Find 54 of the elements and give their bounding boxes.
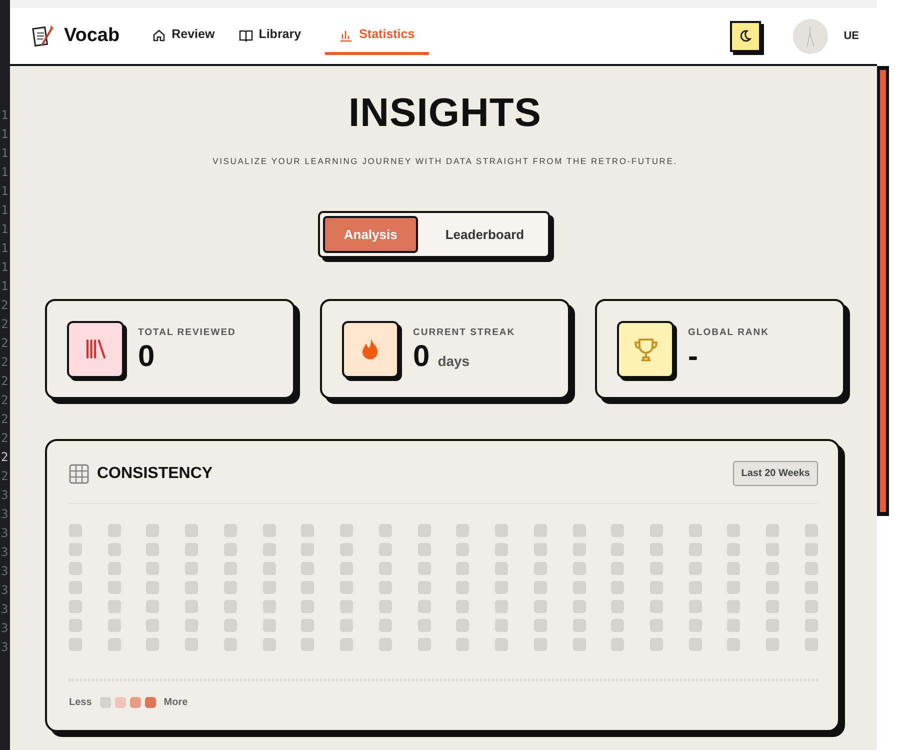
line-number: 2 — [1, 335, 10, 352]
stat-label: TOTAL REVIEWED — [138, 326, 236, 340]
line-number: 1 — [1, 240, 10, 257]
line-number: 1 — [1, 164, 10, 181]
line-number: 2 — [1, 430, 10, 447]
brand-name: Vocab — [64, 24, 120, 48]
page-title: INSIGHTS — [348, 93, 542, 133]
stat-label: CURRENT STREAK — [413, 326, 516, 340]
line-number: 1 — [1, 278, 10, 295]
line-number: 3 — [1, 639, 10, 656]
section-title: CONSISTENCY — [97, 464, 213, 484]
line-number: 3 — [1, 544, 10, 561]
line-number: 1 — [1, 145, 10, 162]
line-number: 1 — [1, 221, 10, 238]
stat-label: GLOBAL RANK — [688, 326, 770, 340]
scrollbar-track[interactable] — [877, 66, 889, 516]
moon-icon — [738, 29, 752, 43]
stat-value: - — [688, 340, 698, 373]
line-number: 3 — [1, 525, 10, 542]
line-number: 3 — [1, 601, 10, 618]
line-number: 3 — [1, 582, 10, 599]
line-number: 3 — [1, 506, 10, 523]
line-number: 2 — [1, 449, 10, 466]
line-number: 1 — [1, 259, 10, 276]
line-number: 2 — [1, 297, 10, 314]
line-number: 2 — [1, 354, 10, 371]
line-number: 2 — [1, 411, 10, 428]
home-icon — [152, 28, 166, 42]
line-number: 1 — [1, 107, 10, 124]
scrollbar-thumb[interactable] — [880, 70, 886, 512]
line-number: 3 — [1, 487, 10, 504]
stat-value: 0 — [413, 340, 430, 373]
nav-tab[interactable]: Review — [152, 19, 215, 55]
view-tab[interactable]: Leaderboard — [424, 216, 546, 254]
page-subtitle: VISUALIZE YOUR LEARNING JOURNEY WITH DATA STRAIGHT FROM THE RETRO-FUTURE. — [212, 155, 678, 168]
line-number: 2 — [1, 373, 10, 390]
stat-unit: days — [438, 352, 470, 371]
range-badge: Last 20 Weeks — [733, 461, 818, 486]
notebook-pencil-icon — [32, 23, 56, 49]
line-number: 3 — [1, 563, 10, 580]
legend-label: Less — [69, 696, 92, 710]
line-number: 2 — [1, 316, 10, 333]
line-number: 1 — [1, 126, 10, 143]
nav-tab[interactable]: Library — [238, 19, 302, 55]
line-number: 2 — [1, 392, 10, 409]
book-icon — [238, 28, 253, 42]
line-number: 3 — [1, 620, 10, 637]
legend-label: More — [164, 696, 188, 710]
line-number: 1 — [1, 202, 10, 219]
grid-icon — [69, 464, 89, 484]
user-initials[interactable]: UE — [844, 28, 859, 44]
line-number: 1 — [1, 183, 10, 200]
line-number: 2 — [1, 468, 10, 485]
stat-value: 0 — [138, 340, 155, 373]
